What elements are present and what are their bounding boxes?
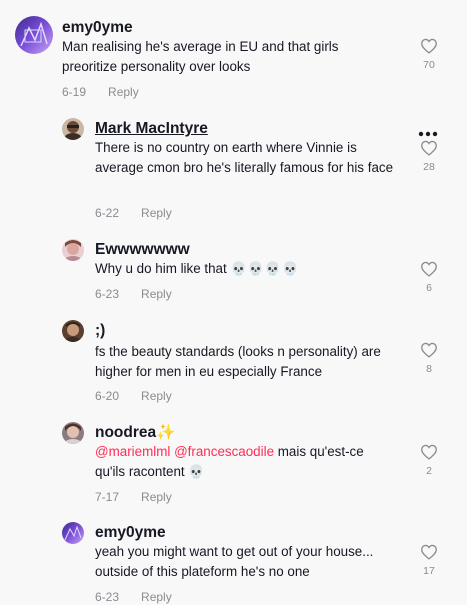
avatar[interactable] xyxy=(62,422,84,444)
comment-text-body: qu'ils racontent xyxy=(95,464,185,479)
reply-item: noodrea✨ @mariemlml @francescaodile mais… xyxy=(0,420,467,510)
comment-date: 6-23 xyxy=(95,590,120,604)
mention-link[interactable]: @francescaodile xyxy=(174,444,274,459)
like-count: 17 xyxy=(423,565,435,577)
reply-item: Ewwwwwww Why u do him like that 💀💀💀💀 6-2… xyxy=(0,237,467,307)
reply-item: Mark MacIntyre There is no country on ea… xyxy=(0,116,467,226)
comment-text: There is no country on earth where Vinni… xyxy=(95,140,394,175)
like-count: 6 xyxy=(426,282,432,294)
comment-text: Why u do him like that 💀💀💀💀 xyxy=(95,259,395,279)
like-count: 8 xyxy=(426,363,432,375)
reply-button[interactable]: Reply xyxy=(141,206,172,220)
heart-outline-icon xyxy=(421,38,437,54)
avatar[interactable] xyxy=(15,16,53,54)
avatar[interactable] xyxy=(62,118,84,140)
heart-outline-icon xyxy=(421,444,437,460)
reply-item: emy0yme yeah you might want to get out o… xyxy=(0,520,467,605)
like-count: 2 xyxy=(426,465,432,477)
comment-username[interactable]: ;) xyxy=(95,322,105,340)
comment-meta: 6-23 Reply xyxy=(95,590,172,604)
reply-button[interactable]: Reply xyxy=(108,85,139,99)
comment-date: 6-23 xyxy=(95,287,120,301)
more-horizontal-icon xyxy=(418,131,438,137)
reply-button[interactable]: Reply xyxy=(141,389,172,403)
comment-text: Man realising he's average in EU and tha… xyxy=(62,39,339,74)
like-button[interactable]: 28 xyxy=(415,140,443,173)
heart-outline-icon xyxy=(421,140,437,156)
comment-meta: 6-19 Reply xyxy=(62,85,139,99)
reply-item: ;) fs the beauty standards (looks n pers… xyxy=(0,318,467,408)
comment-username[interactable]: emy0yme xyxy=(95,524,166,542)
comment-text-body: Why u do him like that xyxy=(95,261,227,276)
more-options-button[interactable] xyxy=(418,124,438,137)
heart-outline-icon xyxy=(421,261,437,277)
comment-date: 6-22 xyxy=(95,206,120,220)
comment-username[interactable]: Ewwwwwww xyxy=(95,241,190,259)
like-button[interactable]: 70 xyxy=(415,38,443,71)
comment-item: emy0yme Man realising he's average in EU… xyxy=(0,14,467,104)
comment-meta: 6-23 Reply xyxy=(95,287,172,301)
like-button[interactable]: 17 xyxy=(415,544,443,577)
comment-date: 6-20 xyxy=(95,389,120,403)
comment-username[interactable]: Mark MacIntyre xyxy=(95,120,208,138)
skull-emoji: 💀💀💀💀 xyxy=(230,261,300,276)
like-button[interactable]: 8 xyxy=(415,342,443,375)
skull-emoji: 💀 xyxy=(188,464,206,479)
comment-text: fs the beauty standards (looks n persona… xyxy=(95,344,381,379)
like-button[interactable]: 2 xyxy=(415,444,443,477)
heart-outline-icon xyxy=(421,342,437,358)
reply-button[interactable]: Reply xyxy=(141,287,172,301)
mention-link[interactable]: @mariemlml xyxy=(95,444,170,459)
comment-meta: 7-17 Reply xyxy=(95,490,172,504)
comment-text-body: mais qu'est-ce xyxy=(277,444,364,459)
avatar[interactable] xyxy=(62,522,84,544)
sparkles-emoji: ✨ xyxy=(156,424,176,441)
comment-meta: 6-22 Reply xyxy=(95,206,172,220)
username-text: noodrea xyxy=(95,424,157,441)
like-count: 70 xyxy=(423,59,435,71)
comment-date: 6-19 xyxy=(62,85,87,99)
comment-username[interactable]: emy0yme xyxy=(62,19,133,37)
comment-text: yeah you might want to get out of your h… xyxy=(95,544,374,579)
like-button[interactable]: 6 xyxy=(415,261,443,294)
reply-button[interactable]: Reply xyxy=(141,590,172,604)
comment-date: 7-17 xyxy=(95,490,120,504)
avatar[interactable] xyxy=(62,239,84,261)
reply-button[interactable]: Reply xyxy=(141,490,172,504)
like-count: 28 xyxy=(423,161,435,173)
comment-meta: 6-20 Reply xyxy=(95,389,172,403)
comment-text: @mariemlml @francescaodile mais qu'est-c… xyxy=(95,442,405,482)
avatar[interactable] xyxy=(62,320,84,342)
heart-outline-icon xyxy=(421,544,437,560)
comment-username[interactable]: noodrea✨ xyxy=(95,424,175,442)
